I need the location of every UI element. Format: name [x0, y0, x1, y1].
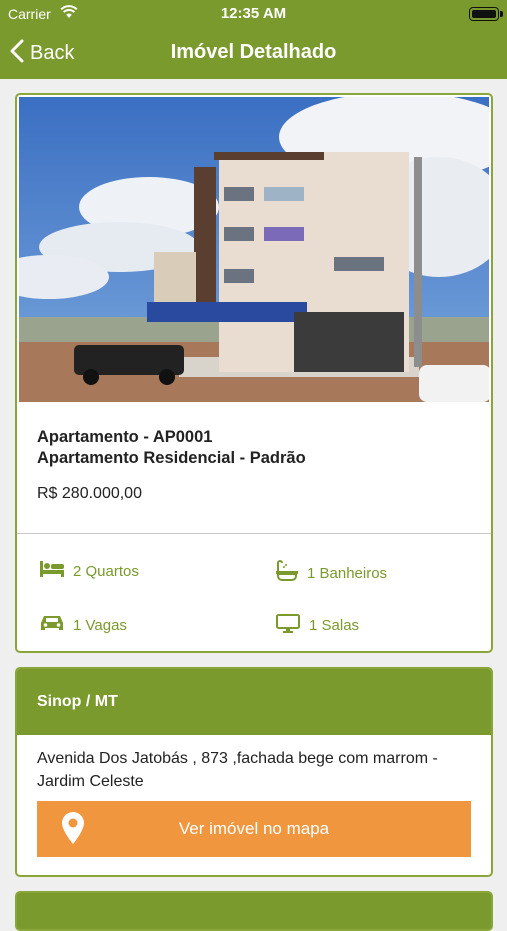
status-bar: Carrier 12:35 AM: [0, 0, 507, 28]
next-card-header: [15, 891, 493, 931]
monitor-icon: [275, 613, 309, 637]
feature-parking: 1 Vagas: [39, 613, 127, 637]
parking-label: 1 Vagas: [73, 616, 127, 634]
property-type: Apartamento Residencial - Padrão: [37, 449, 306, 467]
property-photo[interactable]: [19, 97, 489, 402]
bathrooms-label: 1 Banheiros: [307, 564, 388, 582]
bathtub-icon: [275, 560, 307, 586]
nav-bar: Back Imóvel Detalhado: [0, 28, 507, 79]
property-card: Apartamento - AP0001 Apartamento Residen…: [15, 93, 493, 653]
view-on-map-button[interactable]: Ver imóvel no mapa: [37, 801, 471, 857]
property-code: Apartamento - AP0001: [37, 428, 213, 446]
battery-icon: [469, 7, 503, 21]
car-icon: [39, 613, 73, 637]
bed-icon: [39, 560, 73, 582]
clock: 12:35 AM: [220, 5, 287, 22]
bedrooms-label: 2 Quartos: [73, 562, 139, 580]
city-header: Sinop / MT: [17, 669, 491, 735]
feature-bathrooms: 1 Banheiros: [275, 560, 387, 586]
divider: [17, 533, 491, 534]
address-text: Avenida Dos Jatobás , 873 ,fachada bege …: [37, 750, 438, 790]
property-info: Apartamento - AP0001 Apartamento Residen…: [37, 427, 306, 503]
location-card: Sinop / MT Avenida Dos Jatobás , 873 ,fa…: [15, 667, 493, 877]
property-price: R$ 280.000,00: [37, 485, 142, 502]
feature-bedrooms: 2 Quartos: [39, 560, 139, 582]
page-title: Imóvel Detalhado: [170, 41, 337, 63]
view-on-map-label: Ver imóvel no mapa: [178, 819, 330, 838]
feature-rooms: 1 Salas: [275, 613, 359, 637]
rooms-label: 1 Salas: [309, 616, 360, 634]
